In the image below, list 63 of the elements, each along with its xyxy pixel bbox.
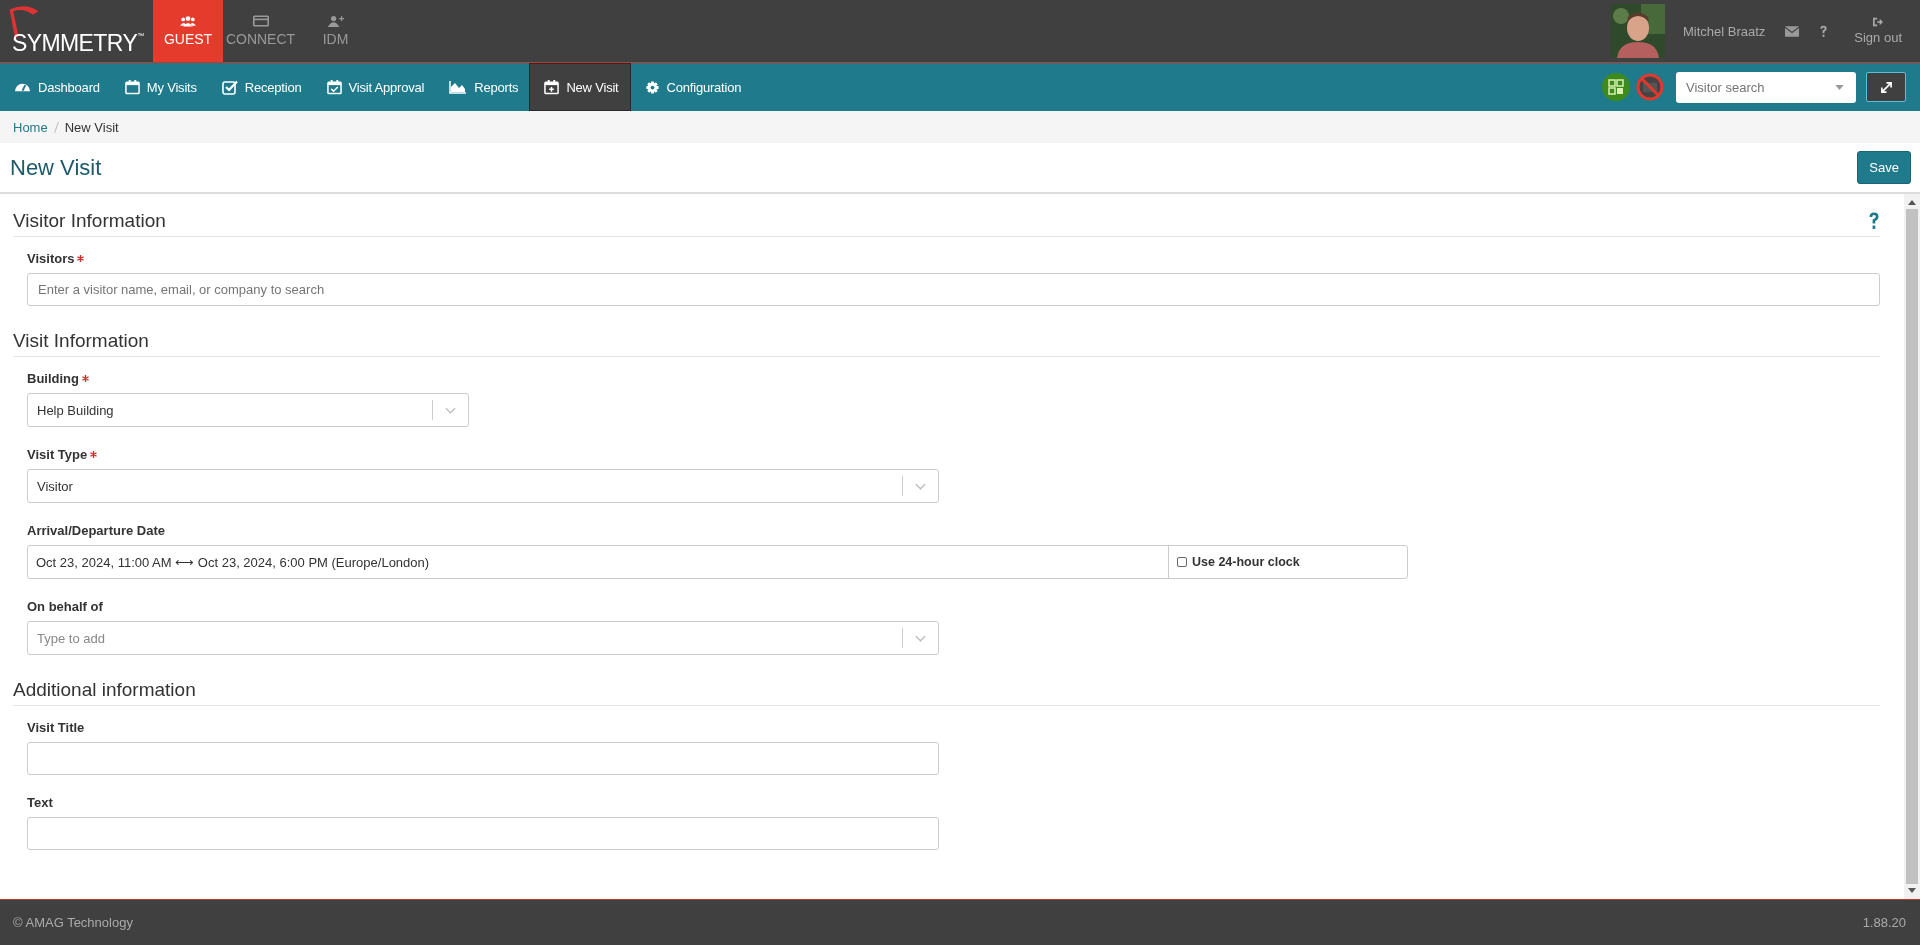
- symmetry-logo: SYMMETRY$^{™}$: [0, 0, 153, 62]
- page-title: New Visit: [10, 154, 102, 181]
- section-heading: Additional information: [13, 679, 196, 701]
- breadcrumb-link[interactable]: Home: [13, 119, 48, 135]
- nav-item[interactable]: Reports: [435, 63, 530, 111]
- mail-icon[interactable]: [1785, 25, 1800, 37]
- calendar-check-icon: [326, 79, 342, 95]
- save-button[interactable]: Save: [1857, 151, 1911, 184]
- breadcrumb-current: New Visit: [64, 119, 119, 135]
- checkbox[interactable]: [1177, 557, 1187, 567]
- field-label: Text: [27, 795, 53, 810]
- version-text: 1.88.20: [1862, 915, 1906, 930]
- nav-item[interactable]: Dashboard: [0, 63, 111, 111]
- nav-item[interactable]: Visit Approval: [312, 63, 436, 111]
- caret-icon: [1835, 84, 1844, 90]
- dashboard-icon: [14, 82, 31, 92]
- help-icon[interactable]: [1819, 24, 1829, 38]
- help-icon[interactable]: [1868, 212, 1880, 230]
- settings-icon: [644, 79, 660, 95]
- text-field[interactable]: Enter a visitor name, email, or company to search: [27, 273, 1880, 306]
- date-range-field[interactable]: Oct 23, 2024, 11:00 AM ⟷ Oct 23, 2024, 6:00 PM (Europe/London): [28, 546, 1169, 578]
- field-label: Arrival/Departure Date: [27, 523, 165, 538]
- qr-code-icon[interactable]: [1602, 73, 1630, 101]
- field-label: Visit Type: [27, 447, 88, 462]
- chevron-icon: [915, 634, 926, 642]
- text-field[interactable]: [27, 742, 939, 775]
- chevron-icon: [445, 406, 456, 414]
- scroll-down-icon[interactable]: [1908, 888, 1916, 893]
- app-tab[interactable]: CONNECT: [223, 0, 298, 62]
- user-name[interactable]: Mitchel Braatz: [1682, 23, 1766, 39]
- scroll-up-icon[interactable]: [1908, 200, 1916, 205]
- nav-item[interactable]: Configuration: [630, 63, 753, 111]
- chevron-icon: [915, 482, 926, 490]
- section-heading: Visit Information: [13, 330, 149, 352]
- scrollbar[interactable]: [1904, 194, 1920, 899]
- copyright-text: © AMAG Technology: [13, 915, 133, 930]
- select-field[interactable]: Visitor: [27, 469, 939, 503]
- sign-out-icon: [1872, 17, 1885, 27]
- checkbox-icon: [221, 79, 238, 95]
- expand-icon: [1880, 81, 1892, 93]
- field-label: Building: [27, 371, 79, 386]
- field-label: Visitors: [27, 251, 75, 266]
- expand-button[interactable]: [1866, 72, 1906, 102]
- field-label: On behalf of: [27, 599, 103, 614]
- visitor-search-field[interactable]: Visitor search: [1676, 71, 1856, 103]
- select-field[interactable]: Type to add: [27, 621, 939, 655]
- nav-item[interactable]: My Visits: [110, 63, 208, 111]
- nav-item[interactable]: Reception: [207, 63, 313, 111]
- area-chart-icon: [449, 80, 468, 94]
- sign-out-button[interactable]: Sign out: [1848, 0, 1908, 62]
- calendar-plus-icon: [544, 79, 560, 95]
- app-tab[interactable]: GUEST: [153, 0, 223, 62]
- app-tab[interactable]: IDM: [298, 0, 373, 62]
- nav-item[interactable]: New Visit: [529, 63, 631, 111]
- user-plus-icon: [327, 15, 344, 27]
- checkbox-label[interactable]: Use 24-hour clock: [1192, 555, 1300, 569]
- section-heading: Visitor Information: [13, 210, 166, 232]
- field-label: Visit Title: [27, 720, 85, 735]
- calendar-icon: [124, 79, 140, 95]
- people-icon: [180, 15, 196, 27]
- card-icon: [252, 15, 269, 27]
- select-field[interactable]: Help Building: [27, 393, 469, 427]
- text-field[interactable]: [27, 817, 939, 850]
